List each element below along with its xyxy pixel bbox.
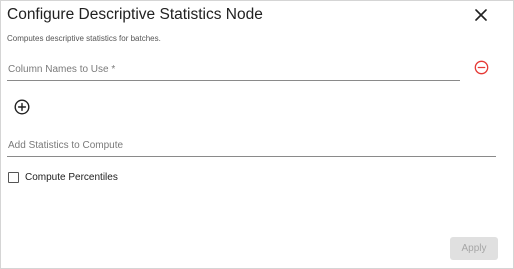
dialog-subtitle: Computes descriptive statistics for batc… [7, 34, 161, 43]
add-column-button[interactable] [13, 98, 31, 116]
compute-percentiles-row[interactable]: Compute Percentiles [8, 171, 118, 183]
dialog-title: Configure Descriptive Statistics Node [7, 6, 263, 23]
configure-node-dialog: Configure Descriptive Statistics Node Co… [0, 0, 514, 269]
remove-column-button[interactable] [473, 59, 489, 75]
compute-percentiles-checkbox[interactable] [8, 171, 19, 183]
close-icon [475, 9, 487, 21]
statistics-input[interactable] [7, 135, 496, 156]
column-names-field[interactable] [7, 59, 460, 81]
remove-circle-icon [474, 60, 488, 74]
add-circle-icon [14, 99, 30, 115]
compute-percentiles-label: Compute Percentiles [25, 171, 118, 183]
apply-button[interactable]: Apply [450, 237, 498, 260]
close-button[interactable] [471, 5, 491, 25]
statistics-field[interactable] [7, 135, 496, 157]
column-names-input[interactable] [7, 59, 460, 80]
